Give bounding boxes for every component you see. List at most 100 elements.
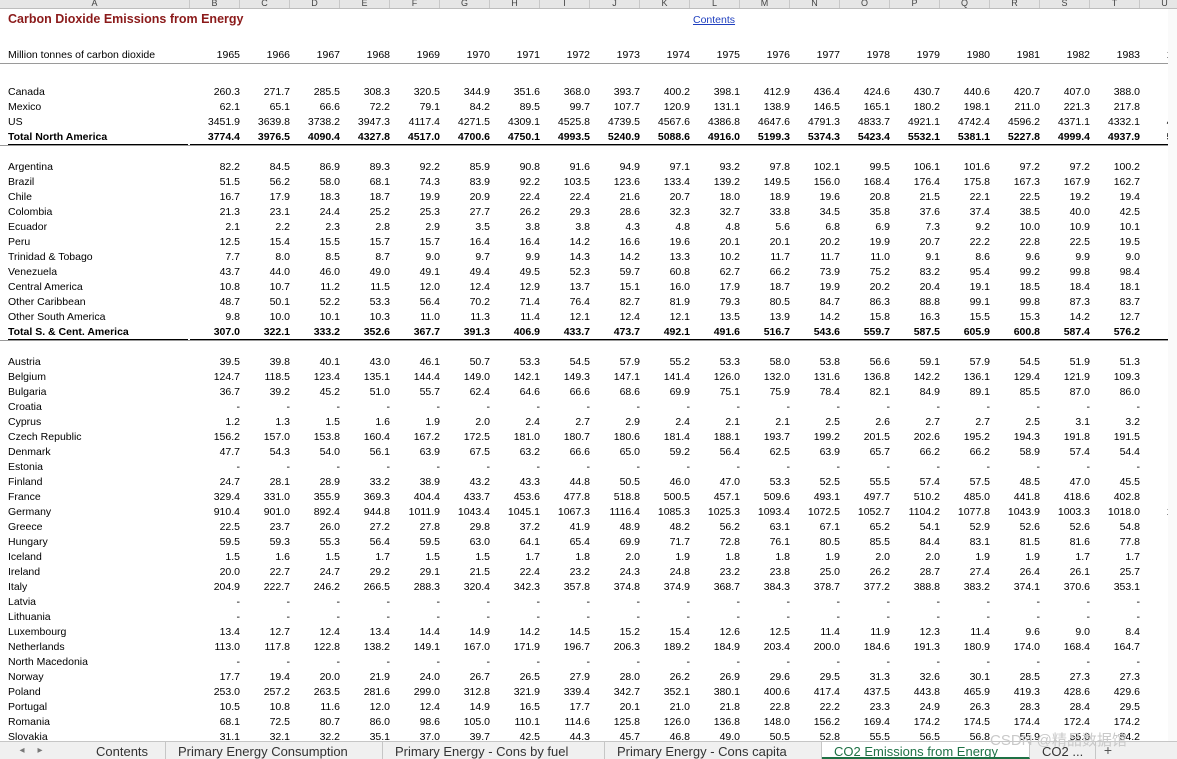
data-cell[interactable]: 50.5 — [740, 730, 790, 741]
data-cell[interactable]: 180.9 — [940, 640, 990, 654]
data-cell[interactable]: 1.5 — [440, 550, 490, 564]
data-cell[interactable]: - — [840, 610, 891, 624]
data-cell[interactable]: 44.8 — [540, 475, 590, 489]
data-cell[interactable]: 1077.8 — [940, 505, 990, 519]
data-cell[interactable]: - — [990, 400, 1041, 414]
data-cell[interactable]: - — [390, 610, 441, 624]
data-cell[interactable]: - — [590, 460, 641, 474]
data-cell[interactable]: 198.1 — [940, 100, 990, 114]
data-cell[interactable]: 11.0 — [840, 250, 890, 264]
data-cell[interactable]: 131.1 — [690, 100, 740, 114]
row-label[interactable]: Austria — [8, 355, 188, 369]
data-cell[interactable]: 37.0 — [390, 730, 440, 741]
data-cell[interactable]: 15.7 — [390, 235, 440, 249]
data-cell[interactable]: 281.6 — [340, 685, 390, 699]
data-cell[interactable]: 98.6 — [390, 715, 440, 729]
data-cell[interactable]: 153.8 — [290, 430, 340, 444]
data-cell[interactable]: 3451.9 — [190, 115, 240, 129]
data-cell[interactable]: 60.8 — [640, 265, 690, 279]
data-cell[interactable]: 129.4 — [990, 370, 1040, 384]
data-cell[interactable]: 436.4 — [790, 85, 840, 99]
data-cell[interactable]: 59.5 — [190, 535, 240, 549]
data-cell[interactable]: 156.2 — [790, 715, 840, 729]
data-cell[interactable]: 164.7 — [1090, 640, 1140, 654]
year-header[interactable]: 1971 — [490, 48, 540, 62]
data-cell[interactable]: 21.9 — [340, 670, 390, 684]
data-cell[interactable]: 52.2 — [290, 295, 340, 309]
data-cell[interactable]: - — [490, 610, 541, 624]
data-cell[interactable]: 22.5 — [190, 520, 240, 534]
data-cell[interactable]: 26.9 — [690, 670, 740, 684]
data-cell[interactable]: 122.8 — [290, 640, 340, 654]
data-cell[interactable]: 95.4 — [940, 265, 990, 279]
data-cell[interactable]: 136.8 — [840, 370, 890, 384]
data-cell[interactable]: 86.3 — [840, 295, 890, 309]
data-cell[interactable]: - — [640, 595, 691, 609]
data-cell[interactable]: 329.4 — [190, 490, 240, 504]
data-cell[interactable]: - — [890, 460, 941, 474]
year-header[interactable]: 1968 — [340, 48, 390, 62]
data-cell[interactable]: 169.4 — [840, 715, 890, 729]
data-cell[interactable]: 4916.0 — [690, 130, 740, 145]
data-cell[interactable]: 12.0 — [390, 280, 440, 294]
data-cell[interactable]: 174.2 — [1090, 715, 1140, 729]
data-cell[interactable]: 26.0 — [290, 520, 340, 534]
data-cell[interactable]: 299.0 — [390, 685, 440, 699]
data-cell[interactable]: 99.8 — [1040, 265, 1090, 279]
data-cell[interactable]: - — [1040, 595, 1091, 609]
data-cell[interactable]: - — [390, 655, 441, 669]
data-cell[interactable]: 11.9 — [840, 625, 890, 639]
row-label[interactable]: Iceland — [8, 550, 188, 564]
year-header[interactable]: 1982 — [1040, 48, 1090, 62]
data-cell[interactable]: 50.5 — [590, 475, 640, 489]
data-cell[interactable]: 47.0 — [1040, 475, 1090, 489]
column-header-l[interactable]: L — [690, 0, 740, 8]
data-cell[interactable]: 12.5 — [190, 235, 240, 249]
data-cell[interactable]: 26.2 — [640, 670, 690, 684]
data-cell[interactable]: 124.7 — [190, 370, 240, 384]
data-cell[interactable]: 52.6 — [1040, 520, 1090, 534]
row-label[interactable]: Central America — [8, 280, 188, 294]
data-cell[interactable]: 42.5 — [1090, 205, 1140, 219]
data-cell[interactable]: 10.1 — [290, 310, 340, 324]
data-cell[interactable]: 138.9 — [740, 100, 790, 114]
column-header-h[interactable]: H — [490, 0, 540, 8]
data-cell[interactable]: 62.4 — [440, 385, 490, 399]
data-cell[interactable]: 41.9 — [540, 520, 590, 534]
data-cell[interactable]: 320.4 — [440, 580, 490, 594]
data-cell[interactable]: - — [590, 610, 641, 624]
data-cell[interactable]: 80.5 — [740, 295, 790, 309]
data-cell[interactable]: 1043.4 — [440, 505, 490, 519]
data-cell[interactable]: 19.1 — [940, 280, 990, 294]
data-cell[interactable]: 66.6 — [540, 385, 590, 399]
data-cell[interactable]: 136.1 — [940, 370, 990, 384]
data-cell[interactable]: 38.5 — [990, 205, 1040, 219]
data-cell[interactable]: 1072.5 — [790, 505, 840, 519]
tab-scroll-left-icon[interactable]: ◂ — [14, 743, 30, 758]
year-header[interactable]: 1979 — [890, 48, 940, 62]
data-cell[interactable]: 402.8 — [1090, 490, 1140, 504]
data-cell[interactable]: 54.4 — [1090, 445, 1140, 459]
data-cell[interactable]: 5088.6 — [640, 130, 690, 145]
data-cell[interactable]: 370.6 — [1040, 580, 1090, 594]
year-header[interactable]: 1970 — [440, 48, 490, 62]
data-cell[interactable]: 1067.3 — [540, 505, 590, 519]
data-cell[interactable]: 31.1 — [190, 730, 240, 741]
data-cell[interactable]: 58.9 — [990, 445, 1040, 459]
data-cell[interactable]: 393.7 — [590, 85, 640, 99]
data-cell[interactable]: - — [640, 400, 691, 414]
data-cell[interactable]: 22.5 — [1040, 235, 1090, 249]
data-cell[interactable]: 27.2 — [340, 520, 390, 534]
data-cell[interactable]: 51.3 — [1090, 355, 1140, 369]
data-cell[interactable]: 64.6 — [490, 385, 540, 399]
data-cell[interactable]: 49.4 — [440, 265, 490, 279]
data-cell[interactable]: 160.4 — [340, 430, 390, 444]
data-cell[interactable]: 9.2 — [940, 220, 990, 234]
data-cell[interactable]: 4647.6 — [740, 115, 790, 129]
data-cell[interactable]: 206.3 — [590, 640, 640, 654]
data-cell[interactable]: 81.9 — [640, 295, 690, 309]
data-cell[interactable]: 543.6 — [790, 325, 840, 340]
data-cell[interactable]: 72.5 — [240, 715, 290, 729]
data-cell[interactable]: 136.8 — [690, 715, 740, 729]
data-cell[interactable]: 32.6 — [890, 670, 940, 684]
